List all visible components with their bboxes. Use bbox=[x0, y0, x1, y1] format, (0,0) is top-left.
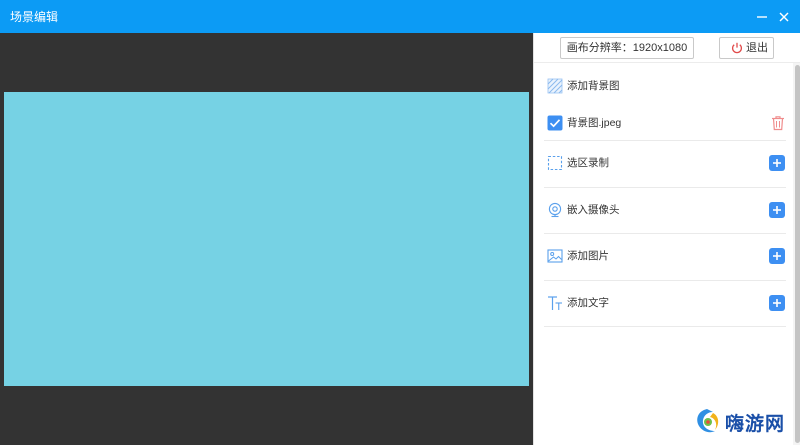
plus-icon bbox=[773, 299, 781, 307]
background-pattern-icon bbox=[547, 78, 563, 94]
scene-canvas[interactable] bbox=[4, 92, 529, 386]
scrollbar-thumb[interactable] bbox=[795, 65, 800, 443]
source-item-text[interactable]: 添加文字 bbox=[544, 293, 785, 313]
source-label: 添加图片 bbox=[567, 250, 609, 262]
canvas-area bbox=[0, 33, 533, 445]
minimize-button[interactable] bbox=[752, 7, 772, 27]
add-background-item[interactable]: 添加背景图 bbox=[544, 76, 784, 96]
plus-icon bbox=[773, 252, 781, 260]
divider bbox=[544, 187, 786, 188]
checkbox-checked-icon[interactable] bbox=[547, 115, 563, 131]
watermark-text: 嗨游网 bbox=[725, 414, 786, 435]
add-button[interactable] bbox=[769, 202, 785, 218]
close-icon bbox=[779, 12, 789, 22]
scene-panel: 画布分辨率：1920x1080 退出 添加背景图 背景图.jpeg 选区录制 嵌… bbox=[533, 33, 800, 445]
image-icon bbox=[547, 249, 563, 263]
add-background-label: 添加背景图 bbox=[567, 80, 620, 92]
title-bar: 场景编辑 bbox=[0, 0, 800, 33]
background-item[interactable]: 背景图.jpeg bbox=[544, 113, 784, 133]
source-label: 嵌入摄像头 bbox=[567, 204, 620, 216]
divider bbox=[544, 140, 786, 141]
close-button[interactable] bbox=[774, 7, 794, 27]
watermark: 嗨游网 bbox=[693, 405, 798, 441]
selection-icon bbox=[547, 155, 563, 171]
power-icon bbox=[731, 42, 743, 54]
background-item-label: 背景图.jpeg bbox=[567, 117, 622, 129]
divider bbox=[544, 233, 786, 234]
source-item-camera[interactable]: 嵌入摄像头 bbox=[544, 200, 785, 220]
source-label: 添加文字 bbox=[567, 297, 609, 309]
window-title: 场景编辑 bbox=[10, 10, 59, 24]
exit-label: 退出 bbox=[746, 42, 768, 54]
panel-header: 画布分辨率：1920x1080 退出 bbox=[534, 33, 800, 63]
canvas-resolution-button[interactable]: 画布分辨率：1920x1080 bbox=[560, 37, 694, 59]
source-item-selection[interactable]: 选区录制 bbox=[544, 153, 785, 173]
add-button[interactable] bbox=[769, 248, 785, 264]
plus-icon bbox=[773, 206, 781, 214]
watermark-logo-icon bbox=[697, 409, 719, 433]
text-icon bbox=[548, 296, 562, 310]
source-label: 选区录制 bbox=[567, 157, 609, 169]
exit-button[interactable]: 退出 bbox=[719, 37, 774, 59]
trash-icon[interactable] bbox=[770, 115, 786, 131]
divider bbox=[544, 326, 786, 327]
add-button[interactable] bbox=[769, 155, 785, 171]
minimize-icon bbox=[757, 16, 767, 18]
plus-icon bbox=[773, 159, 781, 167]
add-button[interactable] bbox=[769, 295, 785, 311]
camera-icon bbox=[548, 202, 562, 218]
divider bbox=[544, 280, 786, 281]
source-item-image[interactable]: 添加图片 bbox=[544, 246, 785, 266]
